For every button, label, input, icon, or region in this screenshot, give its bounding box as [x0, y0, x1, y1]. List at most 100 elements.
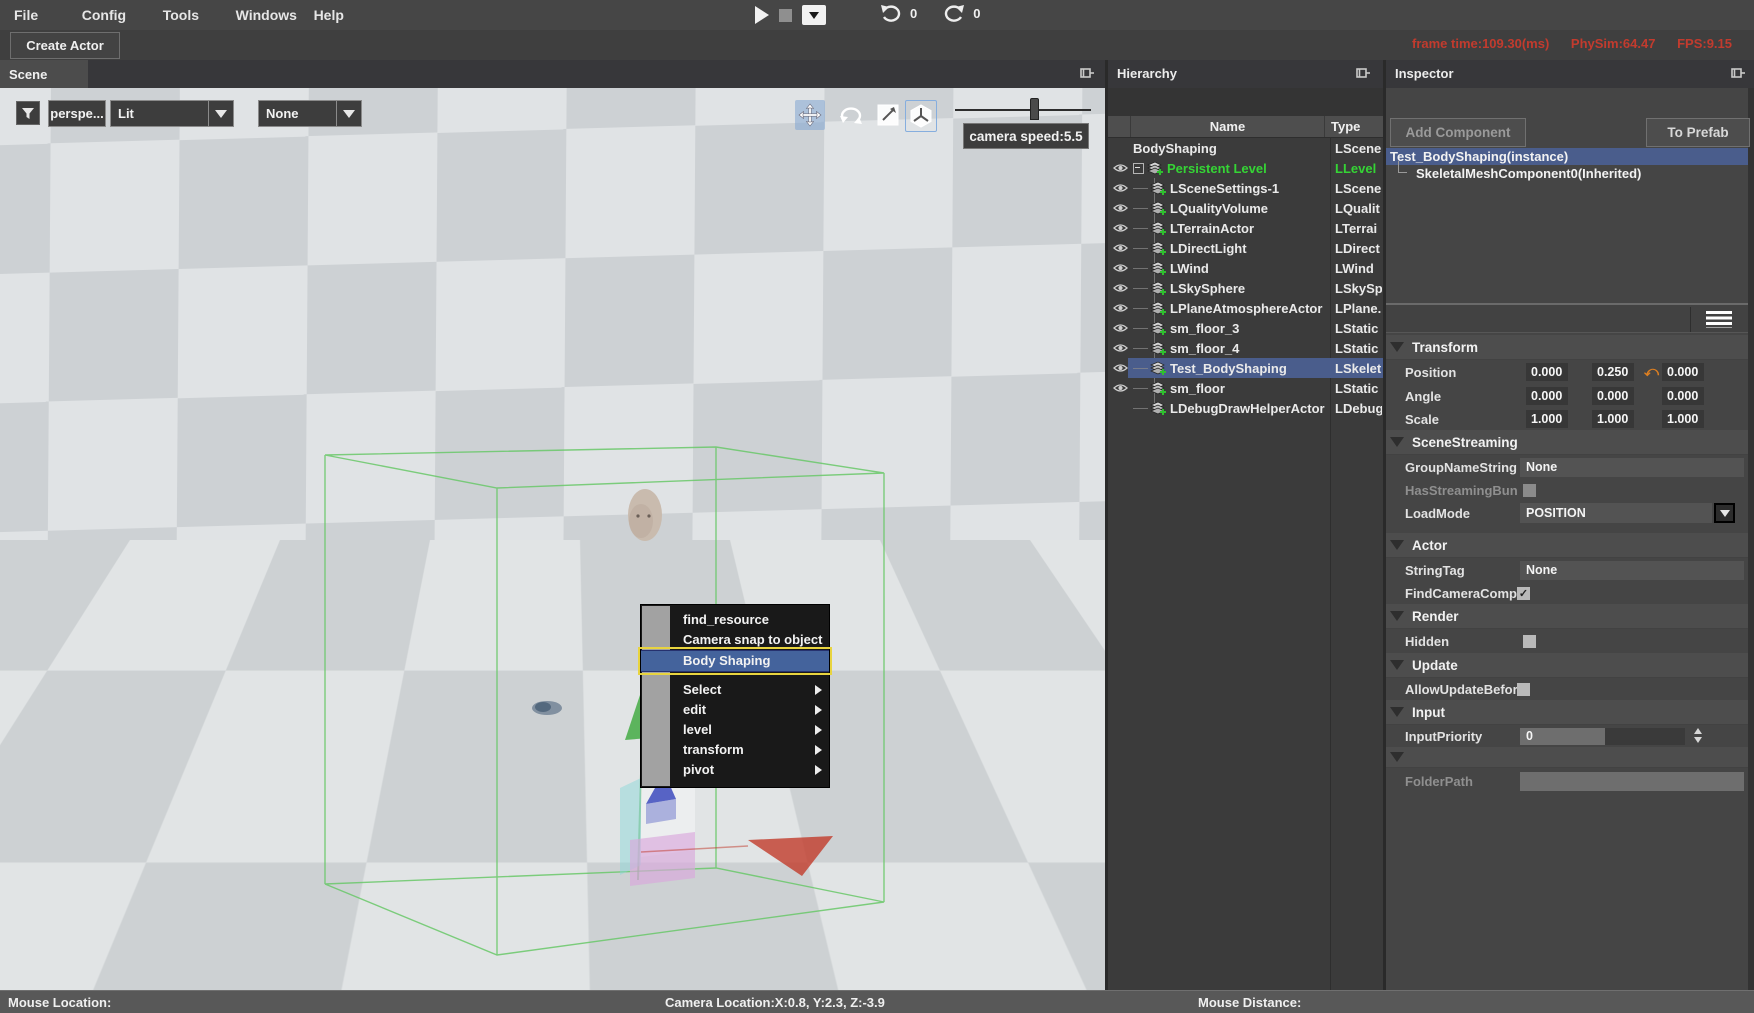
visibility-eye-icon[interactable]: [1113, 323, 1133, 333]
camera-speed-slider[interactable]: [955, 109, 1091, 111]
visibility-eye-icon[interactable]: [1113, 303, 1133, 313]
hierarchy-row[interactable]: BodyShaping LScene: [1108, 138, 1383, 158]
column-type[interactable]: Type: [1325, 116, 1383, 137]
visibility-eye-icon[interactable]: [1113, 163, 1133, 173]
section-transform[interactable]: Transform: [1386, 335, 1748, 360]
angle-x-field[interactable]: 0.000: [1526, 387, 1568, 405]
context-menu-item[interactable]: find_resource: [641, 610, 829, 630]
stringtag-field[interactable]: None: [1520, 561, 1744, 580]
section-scenestreaming[interactable]: SceneStreaming: [1386, 430, 1748, 455]
hierarchy-row[interactable]: sm_floor_3 LStatic: [1108, 318, 1383, 338]
visibility-eye-icon[interactable]: [1113, 143, 1133, 153]
hierarchy-row[interactable]: sm_floor_4 LStatic: [1108, 338, 1383, 358]
scene-viewport[interactable]: perspe... Lit None: [0, 88, 1105, 990]
visibility-eye-icon[interactable]: [1113, 223, 1133, 233]
menu-windows[interactable]: Windows: [236, 7, 297, 23]
scale-z-field[interactable]: 1.000: [1662, 410, 1704, 428]
position-x-field[interactable]: 0.000: [1526, 363, 1568, 381]
show-flags-dropdown[interactable]: None: [258, 100, 362, 127]
hierarchy-row[interactable]: Test_BodyShaping LSkelet: [1108, 358, 1383, 378]
hasstreamingbundle-checkbox[interactable]: [1523, 484, 1536, 497]
context-menu-item[interactable]: edit: [641, 700, 829, 720]
to-prefab-button[interactable]: To Prefab: [1646, 118, 1750, 147]
inputpriority-field[interactable]: 0: [1520, 728, 1605, 745]
position-z-field[interactable]: 0.000: [1662, 363, 1704, 381]
context-menu-item[interactable]: Select: [641, 680, 829, 700]
component-row-root[interactable]: Test_BodyShaping(instance): [1386, 148, 1748, 165]
visibility-eye-icon[interactable]: [1113, 283, 1133, 293]
loadmode-dropdown-button[interactable]: [1714, 503, 1735, 523]
menu-config[interactable]: Config: [82, 7, 126, 23]
add-component-button[interactable]: Add Component: [1390, 118, 1526, 147]
hierarchy-row[interactable]: sm_floor LStatic: [1108, 378, 1383, 398]
loadmode-value[interactable]: POSITION: [1520, 503, 1712, 523]
visibility-eye-icon[interactable]: [1113, 243, 1133, 253]
visibility-eye-icon[interactable]: [1113, 343, 1133, 353]
allowupdate-checkbox[interactable]: [1517, 683, 1530, 696]
pin-icon[interactable]: [1079, 66, 1095, 82]
spinner-arrows[interactable]: [1694, 728, 1702, 743]
groupnamestring-field[interactable]: None: [1520, 458, 1744, 477]
section-update[interactable]: Update: [1386, 653, 1748, 678]
hierarchy-row[interactable]: LSceneSettings-1 LScene: [1108, 178, 1383, 198]
scrollbar[interactable]: [1748, 88, 1754, 990]
section-input[interactable]: Input: [1386, 700, 1748, 725]
visibility-eye-icon[interactable]: [1113, 363, 1133, 373]
section-actor[interactable]: Actor: [1386, 533, 1748, 558]
section-collapsed[interactable]: [1386, 747, 1748, 768]
context-menu-item[interactable]: Body Shaping: [641, 650, 829, 672]
tab-hierarchy[interactable]: Hierarchy: [1117, 66, 1177, 81]
hidden-checkbox[interactable]: [1523, 635, 1536, 648]
context-menu-item[interactable]: pivot: [641, 760, 829, 780]
visibility-eye-icon[interactable]: [1113, 203, 1133, 213]
context-menu-item[interactable]: level: [641, 720, 829, 740]
scale-tool-button[interactable]: [873, 100, 903, 130]
hierarchy-row[interactable]: LPlaneAtmosphereActor LPlane.: [1108, 298, 1383, 318]
menu-file[interactable]: File: [14, 7, 38, 23]
context-menu-item[interactable]: transform: [641, 740, 829, 760]
undo-icon[interactable]: [880, 4, 902, 22]
properties-menu-button[interactable]: [1690, 307, 1747, 332]
camera-speed-handle[interactable]: [1030, 98, 1039, 120]
hierarchy-row[interactable]: LWind LWind: [1108, 258, 1383, 278]
view-mode-dropdown[interactable]: Lit: [110, 100, 234, 127]
create-actor-button[interactable]: Create Actor: [10, 32, 120, 59]
tab-scene[interactable]: Scene: [0, 60, 88, 88]
section-render[interactable]: Render: [1386, 604, 1748, 629]
play-options-dropdown[interactable]: [802, 5, 826, 25]
camera-mode-button[interactable]: perspe...: [48, 100, 106, 127]
menu-tools[interactable]: Tools: [163, 7, 199, 23]
redo-icon[interactable]: [943, 4, 965, 22]
stop-icon[interactable]: [779, 9, 792, 22]
findcameracomponent-checkbox[interactable]: ✓: [1517, 587, 1530, 600]
visibility-eye-icon[interactable]: [1113, 263, 1133, 273]
hierarchy-row[interactable]: LQualityVolume LQualit: [1108, 198, 1383, 218]
expander-icon[interactable]: [1133, 163, 1144, 174]
component-row-child[interactable]: SkeletalMeshComponent0(Inherited): [1386, 165, 1748, 182]
hierarchy-row[interactable]: LTerrainActor LTerrai: [1108, 218, 1383, 238]
hierarchy-row[interactable]: Persistent Level LLevel: [1108, 158, 1383, 178]
hierarchy-row[interactable]: LDirectLight LDirect: [1108, 238, 1383, 258]
hierarchy-row[interactable]: LSkySphere LSkySp: [1108, 278, 1383, 298]
visibility-eye-icon[interactable]: [1113, 183, 1133, 193]
folderpath-field[interactable]: [1520, 772, 1744, 791]
visibility-eye-icon[interactable]: [1113, 403, 1133, 413]
position-y-field[interactable]: 0.250: [1592, 363, 1634, 381]
rotate-tool-button[interactable]: [836, 100, 866, 130]
play-icon[interactable]: [755, 6, 769, 24]
visibility-eye-icon[interactable]: [1113, 383, 1133, 393]
tab-inspector[interactable]: Inspector: [1395, 66, 1454, 81]
pin-icon[interactable]: [1355, 66, 1371, 82]
pin-icon[interactable]: [1730, 66, 1746, 82]
angle-z-field[interactable]: 0.000: [1662, 387, 1704, 405]
filter-button[interactable]: [16, 101, 40, 125]
revert-icon[interactable]: ⤺: [1644, 364, 1659, 378]
hierarchy-row[interactable]: LDebugDrawHelperActor LDebug: [1108, 398, 1383, 418]
context-menu-item[interactable]: Camera snap to object: [641, 630, 829, 650]
move-tool-button[interactable]: [795, 100, 825, 130]
scale-x-field[interactable]: 1.000: [1526, 410, 1568, 428]
coordinate-space-button[interactable]: [905, 100, 937, 132]
angle-y-field[interactable]: 0.000: [1592, 387, 1634, 405]
column-name[interactable]: Name: [1131, 116, 1325, 137]
menu-help[interactable]: Help: [314, 7, 344, 23]
